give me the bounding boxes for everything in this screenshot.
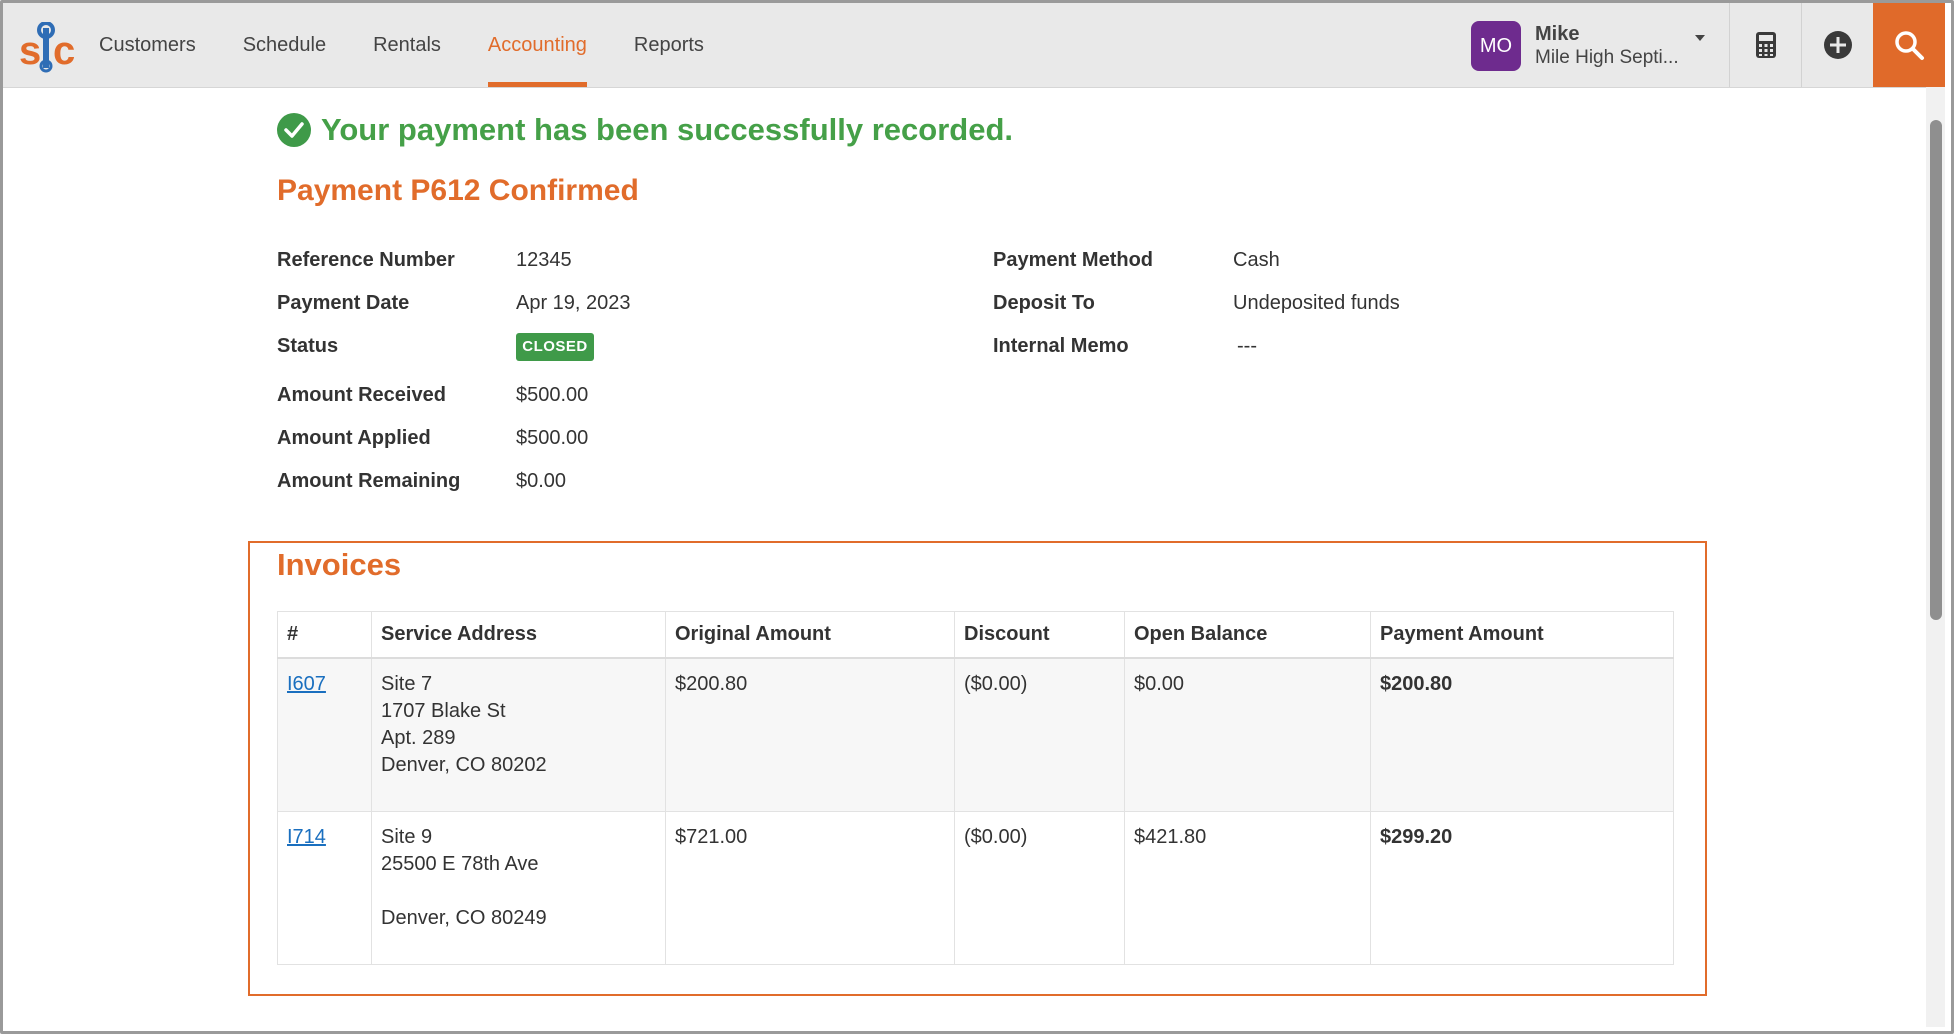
svg-text:s: s: [19, 29, 41, 73]
success-text: Your payment has been successfully recor…: [321, 112, 1014, 147]
plus-circle-icon: [1823, 31, 1852, 59]
service-address-cell: Site 9 25500 E 78th Ave Denver, CO 80249: [371, 811, 666, 965]
address-line: Denver, CO 80202: [381, 754, 547, 776]
address-line: 1707 Blake St: [381, 700, 506, 722]
payment-date-label: Payment Date: [277, 292, 410, 314]
payment-method-label: Payment Method: [993, 249, 1154, 271]
invoice-number-cell: I714: [277, 811, 372, 965]
table-header-row: # Service Address Original Amount Discou…: [277, 611, 1674, 659]
calculator-button[interactable]: [1729, 3, 1801, 87]
deposit-to-value: Undeposited funds: [1233, 292, 1400, 314]
avatar: MO: [1471, 21, 1521, 71]
payment-date-value: Apr 19, 2023: [516, 292, 631, 314]
original-amount-cell: $721.00: [665, 811, 955, 965]
nav-schedule[interactable]: Schedule: [243, 3, 326, 87]
sic-logo[interactable]: s c: [19, 22, 79, 74]
open-balance-cell: $0.00: [1124, 657, 1371, 812]
amount-received-label: Amount Received: [277, 384, 446, 406]
payment-amount-cell: $299.20: [1370, 811, 1674, 965]
amount-applied-value: $500.00: [516, 427, 589, 449]
column-header-number: #: [277, 611, 372, 659]
nav-rentals[interactable]: Rentals: [373, 3, 441, 87]
discount-cell: ($0.00): [954, 811, 1125, 965]
internal-memo-value: ---: [1237, 335, 1257, 357]
address-line: 25500 E 78th Ave: [381, 853, 539, 875]
invoice-link[interactable]: I714: [287, 826, 326, 848]
scrollbar-thumb[interactable]: [1930, 120, 1942, 620]
address-line: [381, 878, 656, 905]
column-header-original-amount: Original Amount: [665, 611, 955, 659]
check-circle-icon: [277, 113, 311, 147]
address-line: Site 7: [381, 673, 433, 695]
payment-amount-cell: $200.80: [1370, 657, 1674, 812]
search-icon: [1895, 31, 1924, 60]
table-row: I607 Site 7 1707 Blake St Apt. 289 Denve…: [277, 657, 1674, 812]
success-message: Your payment has been successfully recor…: [277, 112, 1013, 148]
calculator-icon: [1755, 32, 1776, 58]
reference-number-label: Reference Number: [277, 249, 455, 271]
invoices-table: # Service Address Original Amount Discou…: [277, 611, 1674, 965]
svg-text:c: c: [53, 29, 75, 73]
address-line: Denver, CO 80249: [381, 907, 547, 929]
page-title: Payment P612 Confirmed: [277, 174, 639, 207]
deposit-to-label: Deposit To: [993, 292, 1095, 314]
open-balance-cell: $421.80: [1124, 811, 1371, 965]
column-header-open-balance: Open Balance: [1124, 611, 1371, 659]
column-header-discount: Discount: [954, 611, 1125, 659]
address-line: Site 9: [381, 826, 433, 848]
invoice-link[interactable]: I607: [287, 673, 326, 695]
amount-remaining-value: $0.00: [516, 470, 567, 492]
invoice-number-cell: I607: [277, 657, 372, 812]
status-badge: CLOSED: [516, 333, 594, 361]
status-label: Status: [277, 335, 339, 357]
top-navigation-bar: s c Customers Schedule Rentals Accountin…: [3, 3, 1945, 88]
reference-number-value: 12345: [516, 249, 572, 271]
add-button[interactable]: [1801, 3, 1873, 87]
column-header-service-address: Service Address: [371, 611, 666, 659]
table-row: I714 Site 9 25500 E 78th Ave Denver, CO …: [277, 811, 1674, 965]
discount-cell: ($0.00): [954, 657, 1125, 812]
original-amount-cell: $200.80: [665, 657, 955, 812]
payment-method-value: Cash: [1233, 249, 1280, 271]
service-address-cell: Site 7 1707 Blake St Apt. 289 Denver, CO…: [371, 657, 666, 812]
nav-customers[interactable]: Customers: [99, 3, 196, 87]
column-header-payment-amount: Payment Amount: [1370, 611, 1674, 659]
amount-applied-label: Amount Applied: [277, 427, 431, 449]
amount-remaining-label: Amount Remaining: [277, 470, 461, 492]
user-name: Mike: [1535, 23, 1580, 45]
chevron-down-icon: [1695, 35, 1705, 41]
main-nav: Customers Schedule Rentals Accounting Re…: [99, 3, 751, 87]
internal-memo-label: Internal Memo: [993, 335, 1129, 357]
user-menu[interactable]: MO Mike Mile High Septi...: [1471, 21, 1711, 73]
nav-accounting[interactable]: Accounting: [487, 3, 587, 87]
amount-received-value: $500.00: [516, 384, 589, 406]
invoices-title: Invoices: [277, 547, 402, 582]
user-company: Mile High Septi...: [1535, 47, 1679, 68]
address-line: Apt. 289: [381, 727, 456, 749]
search-button[interactable]: [1873, 3, 1945, 87]
nav-reports[interactable]: Reports: [634, 3, 704, 87]
